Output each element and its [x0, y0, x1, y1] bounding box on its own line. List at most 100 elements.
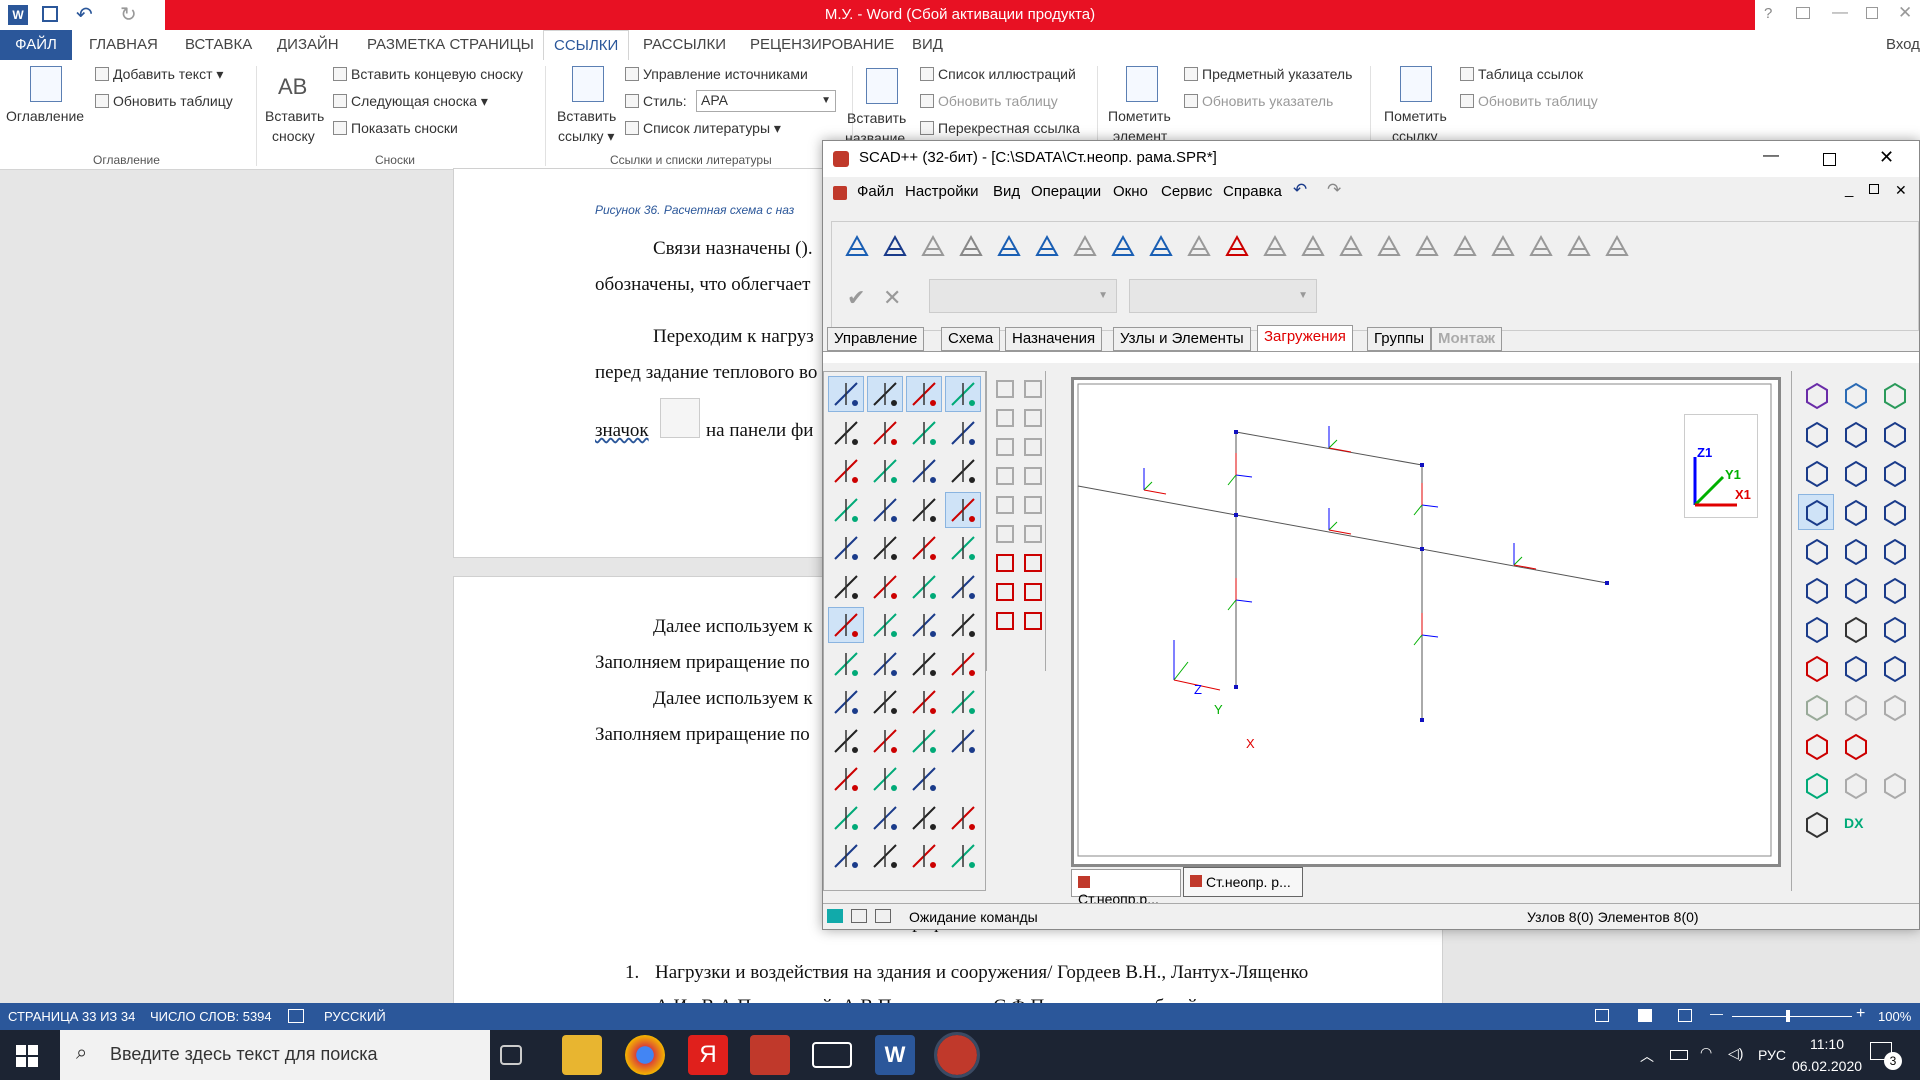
insert-footnote-button[interactable]: Вставить [265, 108, 324, 124]
mark-entry-button[interactable]: Пометить [1108, 108, 1171, 124]
status-icon-3[interactable] [875, 909, 891, 923]
tab-groups[interactable]: Группы [1367, 327, 1431, 351]
load-tool-icon[interactable] [828, 569, 864, 605]
node[interactable] [1420, 463, 1424, 467]
insert-endnote-button[interactable]: Вставить концевую сноску [333, 66, 523, 82]
confirm-icon[interactable]: ✔ [847, 285, 865, 311]
secondary-tool-icon[interactable] [1021, 435, 1045, 459]
toolbar-tool-icon[interactable] [843, 233, 871, 261]
toolbar-tool-icon[interactable] [919, 233, 947, 261]
view-tool-icon[interactable] [1837, 533, 1873, 569]
view-tool-icon[interactable] [1876, 650, 1912, 686]
tab-file[interactable]: ФАЙЛ [0, 30, 72, 60]
secondary-tool-icon[interactable] [993, 406, 1017, 430]
view-tool-icon[interactable] [1837, 455, 1873, 491]
show-notes-button[interactable]: Показать сноски [333, 120, 458, 136]
tab-review[interactable]: РЕЦЕНЗИРОВАНИЕ [750, 36, 894, 53]
table-of-authorities-button[interactable]: Таблица ссылок [1460, 66, 1583, 82]
scad-app-icon[interactable] [833, 151, 849, 167]
word-count[interactable]: ЧИСЛО СЛОВ: 5394 [150, 1009, 272, 1024]
word-icon[interactable]: W [8, 5, 28, 25]
zoom-out-icon[interactable]: — [1710, 1006, 1723, 1021]
toolbar-tool-icon[interactable] [1299, 233, 1327, 261]
load-tool-icon[interactable] [828, 530, 864, 566]
save-icon[interactable] [42, 6, 58, 22]
view-tool-icon[interactable] [1837, 728, 1873, 764]
tab-references[interactable]: ССЫЛКИ [543, 30, 630, 61]
toolbar-tool-icon[interactable] [1071, 233, 1099, 261]
mark-citation-button[interactable]: Пометить [1384, 108, 1447, 124]
load-tool-icon[interactable] [828, 453, 864, 489]
taskbar-search[interactable]: ⌕ Введите здесь текст для поиска [60, 1030, 490, 1080]
load-tool-icon[interactable] [945, 376, 981, 412]
minimize-icon[interactable]: — [1763, 147, 1779, 165]
word-taskbar-icon[interactable]: W [875, 1035, 915, 1075]
load-tool-icon[interactable] [945, 684, 981, 720]
task-view-icon[interactable] [500, 1045, 522, 1065]
combo-box-1[interactable]: ▼ [929, 279, 1117, 313]
wifi-icon[interactable]: ◠ [1700, 1044, 1712, 1061]
secondary-tool-icon[interactable] [993, 551, 1017, 575]
load-tool-icon[interactable] [906, 646, 942, 682]
yandex-icon[interactable]: Я [688, 1035, 728, 1075]
tab-assignments[interactable]: Назначения [1005, 327, 1103, 351]
menu-help[interactable]: Справка [1223, 183, 1282, 200]
view-tool-icon[interactable] [1798, 416, 1834, 452]
load-tool-icon[interactable] [945, 723, 981, 759]
toolbar-tool-icon[interactable] [1033, 233, 1061, 261]
view-tool-icon[interactable] [1837, 494, 1873, 530]
menu-service[interactable]: Сервис [1161, 183, 1212, 200]
view-tool-icon[interactable] [1798, 767, 1834, 803]
toolbar-tool-icon[interactable] [1109, 233, 1137, 261]
app-icon[interactable] [750, 1035, 790, 1075]
load-tool-icon[interactable] [945, 646, 981, 682]
child-restore-icon[interactable] [1869, 184, 1879, 194]
toolbar-tool-icon[interactable] [1527, 233, 1555, 261]
load-tool-icon[interactable] [906, 838, 942, 874]
tab-assembly[interactable]: Монтаж [1431, 327, 1503, 351]
secondary-tool-icon[interactable] [993, 435, 1017, 459]
doc-tab-1[interactable]: Ст.неопр.р... [1071, 869, 1181, 907]
proofing-icon[interactable] [288, 1009, 304, 1023]
toolbar-tool-icon[interactable] [1147, 233, 1175, 261]
view-tool-icon[interactable] [1837, 689, 1873, 725]
insert-citation-button[interactable]: Вставить [557, 108, 616, 124]
view-tool-icon[interactable] [1837, 767, 1873, 803]
view-tool-icon[interactable] [1798, 455, 1834, 491]
cancel-icon[interactable]: ✕ [883, 285, 901, 311]
view-tool-icon[interactable] [1876, 806, 1912, 842]
secondary-tool-icon[interactable] [1021, 406, 1045, 430]
start-button[interactable] [16, 1045, 38, 1067]
toolbar-tool-icon[interactable] [1603, 233, 1631, 261]
chrome-icon[interactable] [625, 1035, 665, 1075]
manage-sources-button[interactable]: Управление источниками [625, 66, 808, 82]
tab-layout[interactable]: РАЗМЕТКА СТРАНИЦЫ [367, 36, 534, 53]
insert-caption-button[interactable]: Вставить [847, 110, 906, 126]
child-close-icon[interactable]: ✕ [1895, 182, 1907, 199]
subject-index-button[interactable]: Предметный указатель [1184, 66, 1352, 82]
view-tool-icon[interactable] [1837, 650, 1873, 686]
load-tool-icon[interactable] [867, 453, 903, 489]
load-tool-icon[interactable] [906, 492, 942, 528]
load-tool-icon[interactable] [867, 415, 903, 451]
load-tool-icon[interactable] [906, 723, 942, 759]
secondary-tool-icon[interactable] [993, 522, 1017, 546]
tab-loadings[interactable]: Загружения [1257, 325, 1353, 353]
undo-icon[interactable]: ↶ [76, 2, 93, 27]
secondary-tool-icon[interactable] [1021, 551, 1045, 575]
battery-icon[interactable] [1670, 1050, 1688, 1060]
secondary-tool-icon[interactable] [993, 493, 1017, 517]
tab-scheme[interactable]: Схема [941, 327, 1001, 351]
view-tool-icon[interactable] [1798, 728, 1834, 764]
load-tool-icon[interactable] [828, 761, 864, 797]
node[interactable] [1420, 547, 1424, 551]
toolbar-tool-icon[interactable] [995, 233, 1023, 261]
load-tool-icon[interactable] [828, 376, 864, 412]
load-tool-icon[interactable] [867, 684, 903, 720]
load-tool-icon[interactable] [945, 838, 981, 874]
load-tool-icon[interactable] [828, 800, 864, 836]
doc-tab-2[interactable]: Ст.неопр. р... [1183, 867, 1303, 897]
minimize-icon[interactable]: — [1832, 4, 1848, 22]
load-tool-icon[interactable] [945, 569, 981, 605]
tab-management[interactable]: Управление [827, 327, 925, 351]
